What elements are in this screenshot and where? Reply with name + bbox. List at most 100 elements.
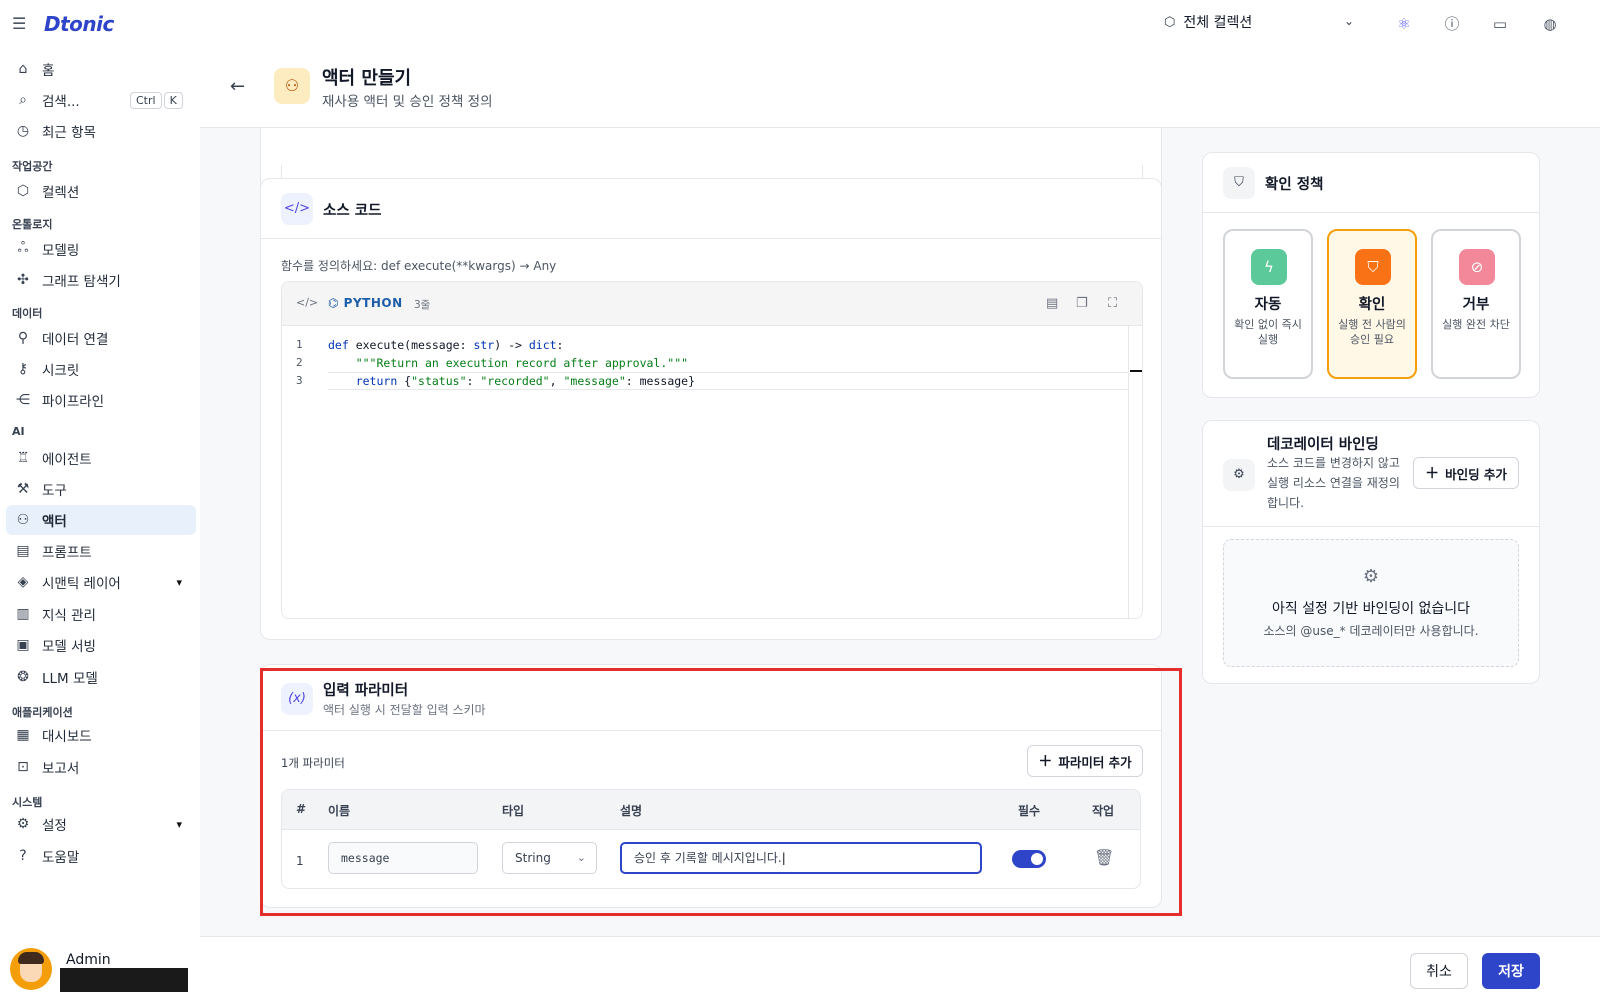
copy-icon[interactable]: ❐ bbox=[1076, 296, 1088, 311]
sidebar-item-serving[interactable]: ▣ 모델 서빙 bbox=[6, 630, 196, 660]
col-type: 타입 bbox=[502, 804, 525, 818]
policy-option-deny[interactable]: ⊘ 거부 실행 완전 차단 bbox=[1431, 229, 1521, 379]
sidebar-item-knowledge[interactable]: ▥ 지식 관리 bbox=[6, 599, 196, 629]
vertical-scrollbar[interactable] bbox=[1128, 326, 1142, 618]
shortcut-hint: Ctrl K bbox=[128, 91, 183, 109]
sidebar-item-settings[interactable]: ⚙ 설정 ▾ bbox=[6, 809, 196, 839]
policy-description: 실행 완전 차단 bbox=[1442, 318, 1510, 331]
info-icon[interactable]: ⓘ bbox=[1442, 14, 1462, 34]
sidebar-item-graph[interactable]: ✣ 그래프 탐색기 bbox=[6, 265, 196, 295]
required-toggle[interactable] bbox=[1012, 850, 1046, 868]
line-number: 1 bbox=[296, 338, 303, 351]
language-label: PYTHON bbox=[343, 296, 403, 310]
sidebar-item-collection[interactable]: ⬡ 컬렉션 bbox=[6, 176, 196, 206]
sidebar-item-report[interactable]: ⊡ 보고서 bbox=[6, 752, 196, 782]
sidebar-item-home[interactable]: ⌂ 홈 bbox=[6, 54, 196, 84]
collection-selector[interactable]: ⬡ 전체 컬렉션 ⌄ bbox=[1164, 12, 1354, 32]
code-line: 3 return {"status": "recorded", "message… bbox=[282, 372, 1128, 390]
card-description: 소스 코드를 변경하지 않고 실행 리소스 연결을 재정의합니다. bbox=[1267, 456, 1400, 510]
code-editor[interactable]: </> ⌬ PYTHON 3줄 ▤ ❐ ⛶ 1 def execute(messa… bbox=[281, 281, 1143, 619]
param-name-input[interactable]: message bbox=[328, 842, 478, 874]
sidebar-item-label: 도움말 bbox=[42, 850, 80, 866]
policy-label: 자동 bbox=[1254, 297, 1282, 313]
shield-icon: ⛉ bbox=[1355, 249, 1391, 285]
shapes-icon: ஃ bbox=[17, 240, 29, 256]
param-description-input[interactable]: 승인 후 기록할 메시지입니다.| bbox=[620, 842, 982, 874]
plus-icon: ＋ bbox=[1425, 466, 1440, 482]
brain-icon: ❂ bbox=[17, 669, 29, 685]
sidebar-item-label: 최근 항목 bbox=[42, 125, 96, 141]
line-number: 3 bbox=[296, 374, 303, 387]
sidebar-item-modeling[interactable]: ஃ 모델링 bbox=[6, 234, 196, 264]
save-button[interactable]: 저장 bbox=[1482, 953, 1540, 989]
sidebar-item-label: 파이프라인 bbox=[42, 394, 105, 410]
sidebar-item-label: 시크릿 bbox=[42, 363, 80, 379]
plus-icon: ＋ bbox=[1038, 754, 1053, 770]
search-icon: ⌕ bbox=[19, 92, 27, 108]
sidebar-item-label: 지식 관리 bbox=[42, 608, 96, 624]
sidebar-item-help[interactable]: ? 도움말 bbox=[6, 841, 196, 871]
wrench-icon: ⚒ bbox=[16, 481, 30, 497]
app-logo[interactable]: Dtonic bbox=[44, 12, 114, 36]
col-num: # bbox=[296, 802, 307, 816]
line-count: 3줄 bbox=[414, 299, 431, 311]
sidebar-item-data-connection[interactable]: ⚲ 데이터 연결 bbox=[6, 323, 196, 353]
chevron-down-icon: ⌄ bbox=[1344, 14, 1355, 28]
user-profile[interactable]: Admin bbox=[10, 948, 200, 992]
menu-icon[interactable]: ☰ bbox=[12, 14, 28, 34]
globe-icon[interactable]: ◍ bbox=[1540, 14, 1560, 34]
shield-x-icon: ⊘ bbox=[1459, 249, 1495, 285]
col-required: 필수 bbox=[1018, 804, 1041, 818]
sidebar-item-recent[interactable]: ◷ 최근 항목 bbox=[6, 116, 196, 146]
policy-label: 거부 bbox=[1462, 297, 1490, 313]
page-header: ← ⚇ 액터 만들기 재사용 액터 및 승인 정책 정의 bbox=[200, 48, 1600, 128]
sidebar-item-actor[interactable]: ⚇ 액터 bbox=[6, 505, 196, 535]
dashboard-icon: ▦ bbox=[16, 727, 30, 743]
sidebar-item-prompt[interactable]: ▤ 프롬프트 bbox=[6, 536, 196, 566]
policy-label: 확인 bbox=[1358, 297, 1386, 313]
sidebar-item-llm[interactable]: ❂ LLM 모델 bbox=[6, 662, 196, 692]
file-text-icon: ▤ bbox=[16, 543, 30, 559]
card-subtitle: 액터 실행 시 전달할 입력 스키마 bbox=[323, 703, 486, 717]
bot-icon: ♖ bbox=[16, 450, 30, 466]
sidebar-item-label: 모델 서빙 bbox=[42, 639, 96, 655]
input-parameters-card: (x) 입력 파라미터 액터 실행 시 전달할 입력 스키마 1개 파라미터 ＋… bbox=[260, 664, 1162, 908]
sidebar-item-semantic[interactable]: ◈ 시맨틱 레이어 ▾ bbox=[6, 567, 196, 597]
policy-option-auto[interactable]: ϟ 자동 확인 없이 즉시 실행 bbox=[1223, 229, 1313, 379]
sidebar-item-dashboard[interactable]: ▦ 대시보드 bbox=[6, 720, 196, 750]
back-arrow-icon[interactable]: ← bbox=[230, 76, 245, 97]
sidebar-item-search[interactable]: ⌕ 검색... Ctrl K bbox=[6, 85, 196, 115]
param-type-select[interactable]: String ⌄ bbox=[502, 842, 597, 874]
trash-icon[interactable]: 🗑 bbox=[1094, 848, 1114, 867]
sidebar-item-pipeline[interactable]: ⋲ 파이프라인 bbox=[6, 385, 196, 415]
add-parameter-button[interactable]: ＋ 파라미터 추가 bbox=[1027, 745, 1143, 777]
section-data: 데이터 bbox=[12, 307, 43, 320]
sidebar-item-secret[interactable]: ⚷ 시크릿 bbox=[6, 354, 196, 384]
atom-icon[interactable]: ⚛ bbox=[1394, 14, 1414, 34]
format-icon[interactable]: ▤ bbox=[1046, 296, 1058, 311]
code-text: def execute(message: str) -> dict: bbox=[328, 338, 564, 352]
user-name: Admin bbox=[66, 952, 111, 968]
table-header: # 이름 타입 설명 필수 작업 bbox=[282, 790, 1140, 830]
cancel-button[interactable]: 취소 bbox=[1410, 953, 1468, 989]
confirmation-policy-card: ⛉ 확인 정책 ϟ 자동 확인 없이 즉시 실행 ⛉ 확인 실행 전 사람의 승… bbox=[1202, 152, 1540, 398]
policy-description: 실행 전 사람의 승인 필요 bbox=[1338, 318, 1406, 346]
sidebar-item-label: 도구 bbox=[42, 483, 67, 499]
cube-icon: ⬡ bbox=[1164, 14, 1176, 30]
card-title: 확인 정책 bbox=[1265, 177, 1324, 193]
code-text: return {"status": "recorded", "message":… bbox=[355, 374, 696, 388]
language-badge: ⌬ PYTHON bbox=[328, 296, 403, 310]
code-area[interactable]: 1 def execute(message: str) -> dict: 2 """… bbox=[282, 326, 1142, 618]
sidebar-item-agent[interactable]: ♖ 에이전트 bbox=[6, 443, 196, 473]
monitor-icon[interactable]: ▭ bbox=[1490, 14, 1510, 34]
empty-title: 아직 설정 기반 바인딩이 없습니다 bbox=[1271, 601, 1471, 617]
sidebar-item-label: 데이터 연결 bbox=[42, 332, 109, 348]
sidebar-item-tool[interactable]: ⚒ 도구 bbox=[6, 474, 196, 504]
sidebar-item-label: 검색... bbox=[42, 94, 80, 110]
add-binding-button[interactable]: ＋ 바인딩 추가 bbox=[1413, 457, 1519, 489]
policy-description: 확인 없이 즉시 실행 bbox=[1234, 318, 1302, 346]
graph-icon: ✣ bbox=[17, 272, 29, 288]
policy-option-confirm[interactable]: ⛉ 확인 실행 전 사람의 승인 필요 bbox=[1327, 229, 1417, 379]
presentation-icon: ⊡ bbox=[17, 759, 29, 775]
fullscreen-icon[interactable]: ⛶ bbox=[1108, 296, 1117, 311]
